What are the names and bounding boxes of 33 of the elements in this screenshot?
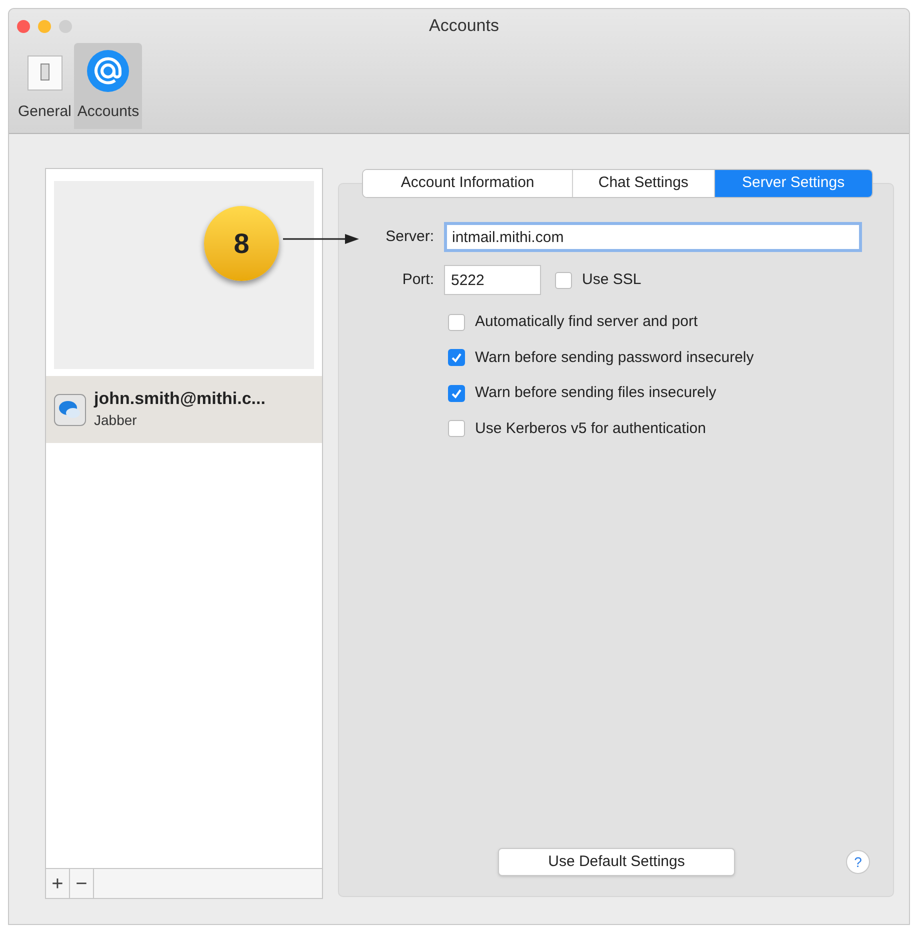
checkbox[interactable] <box>448 420 465 438</box>
checkbox[interactable] <box>555 272 572 288</box>
field-label: Server: <box>384 226 434 247</box>
checkbox-label: Warn before sending files insecurely <box>475 383 716 403</box>
account-row[interactable]: john.smith@mithi.c... Jabber <box>46 376 322 443</box>
use-default-settings-button[interactable]: Use Default Settings <box>498 848 735 876</box>
remove-button[interactable]: − <box>70 869 94 898</box>
field-label: Port: <box>401 270 434 290</box>
switch-icon <box>24 52 65 92</box>
checkbox[interactable] <box>448 314 465 331</box>
checkmark-icon <box>451 352 462 364</box>
help-button[interactable]: ? <box>846 850 870 874</box>
chat-bubbles-icon <box>54 394 86 426</box>
account-name: john.smith@mithi.c... <box>94 388 266 410</box>
toolbar-item[interactable]: Accounts <box>74 43 142 129</box>
at-sign-icon <box>86 48 130 92</box>
tab[interactable]: Server Settings <box>714 170 872 197</box>
checkbox-label: Automatically find server and port <box>475 312 698 332</box>
toolbar-item[interactable]: General <box>15 43 74 129</box>
checkbox[interactable] <box>448 349 465 366</box>
checkbox-label: Use SSL <box>582 270 642 290</box>
account-type: Jabber <box>94 410 138 430</box>
callout-number: 8 <box>234 226 250 260</box>
port-field[interactable]: 5222 <box>444 265 541 295</box>
checkbox-label: Use Kerberos v5 for authentication <box>475 418 706 438</box>
checkbox-label: Warn before sending password insecurely <box>475 348 754 368</box>
checkmark-icon <box>451 388 462 399</box>
checkbox[interactable] <box>448 384 465 402</box>
minimize-button[interactable] <box>38 20 51 32</box>
add-button[interactable]: + <box>46 869 70 898</box>
server-field[interactable]: intmail.mithi.com <box>444 222 862 252</box>
window-title: Accounts <box>428 15 500 38</box>
close-button[interactable] <box>17 20 30 32</box>
